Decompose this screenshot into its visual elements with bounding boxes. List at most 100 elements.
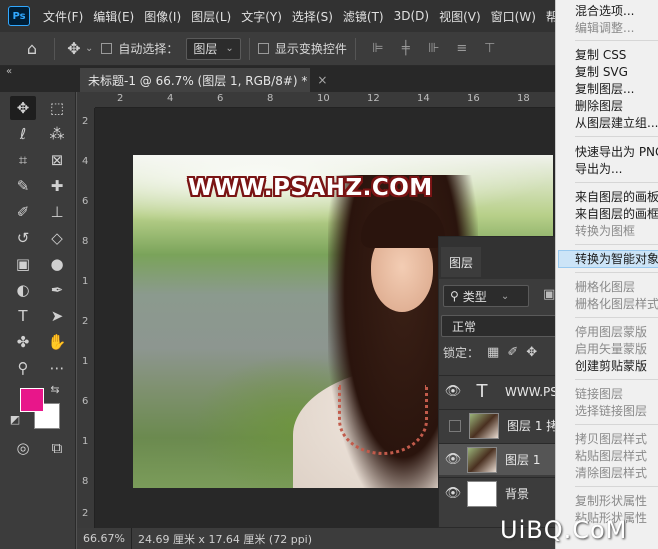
align-center-icon[interactable]: ╪	[398, 41, 414, 56]
menu-view[interactable]: 视图(V)	[434, 8, 486, 25]
visibility-eye-icon[interactable]: 👁	[439, 384, 467, 399]
move-tool-icon[interactable]: ✥	[63, 37, 85, 61]
canvas-text-layer: WWW.PSAHZ.COM	[188, 175, 433, 201]
blur-tool-icon[interactable]: ●	[44, 252, 70, 276]
layer-name: WWW.PS	[505, 384, 558, 399]
collapse-panel-icon[interactable]: «	[6, 66, 12, 77]
menu-item-duplicate-layer[interactable]: 复制图层...	[575, 81, 634, 97]
image-filter-icon[interactable]: ▣	[543, 287, 555, 302]
close-tab-icon[interactable]: ×	[317, 73, 327, 87]
menu-file[interactable]: 文件(F)	[38, 8, 88, 25]
menu-item-copy-layer-style[interactable]: 拷贝图层样式	[575, 431, 647, 447]
lock-position-icon[interactable]: ✥	[526, 345, 537, 360]
eyedropper-tool-icon[interactable]: ✎	[10, 174, 36, 198]
auto-select-checkbox[interactable]	[101, 43, 113, 54]
layer-name: 图层 1	[505, 453, 541, 467]
layer-filter-dropdown[interactable]: ⚲ 类型 ⌄	[443, 285, 529, 307]
menu-image[interactable]: 图像(I)	[139, 8, 186, 25]
lock-row: 锁定： ▦ ✐ ✥	[443, 344, 537, 361]
search-icon: ⚲	[450, 289, 459, 303]
ruler-tick: 4	[82, 156, 89, 167]
shape-tool-icon[interactable]: ✤	[10, 330, 36, 354]
menu-item-convert-to-frame[interactable]: 转换为图框	[575, 223, 635, 239]
healing-brush-tool-icon[interactable]: ✚	[44, 174, 70, 198]
path-selection-tool-icon[interactable]: ➤	[44, 304, 70, 328]
menu-separator	[575, 182, 658, 183]
hand-tool-icon[interactable]: ✋	[44, 330, 70, 354]
visibility-eye-icon[interactable]: 👁	[439, 452, 467, 467]
auto-select-dropdown[interactable]: 图层 ⌄	[186, 37, 241, 60]
screen-mode-icon[interactable]: ⧉	[44, 436, 70, 460]
menu-separator	[575, 379, 658, 380]
visibility-eye-icon[interactable]: 👁	[439, 486, 467, 501]
dodge-tool-icon[interactable]: ◐	[10, 278, 36, 302]
ruler-tick: 2	[82, 116, 89, 127]
menu-item-rasterize-layer-style[interactable]: 栅格化图层样式	[575, 296, 658, 312]
menu-edit[interactable]: 编辑(E)	[88, 8, 139, 25]
menu-filter[interactable]: 滤镜(T)	[338, 8, 389, 25]
menu-item-edit-adjustment[interactable]: 编辑调整...	[575, 20, 634, 36]
align-left-icon[interactable]: ⊫	[370, 41, 386, 56]
menu-item-copy-css[interactable]: 复制 CSS	[575, 47, 626, 63]
eraser-tool-icon[interactable]: ◇	[44, 226, 70, 250]
vertical-ruler[interactable]: 2 4 6 8 1 2 1 6 1 8 2	[77, 108, 95, 528]
zoom-tool-icon[interactable]: ⚲	[10, 356, 36, 380]
blend-mode-dropdown[interactable]: 正常	[441, 315, 561, 337]
lock-pixels-icon[interactable]: ✐	[507, 345, 518, 360]
type-tool-icon[interactable]: T	[10, 304, 36, 328]
more-tools-icon[interactable]: ⋯	[44, 356, 70, 380]
default-colors-icon[interactable]: ◩	[8, 412, 22, 426]
menu-item-clear-layer-style[interactable]: 清除图层样式	[575, 465, 647, 481]
lock-transparent-icon[interactable]: ▦	[487, 345, 499, 360]
menu-item-copy-shape-attributes[interactable]: 复制形状属性	[575, 493, 647, 509]
menu-item-group-from-layers[interactable]: 从图层建立组...	[575, 115, 658, 131]
document-tab[interactable]: 未标题-1 @ 66.7% (图层 1, RGB/8#) * ×	[80, 68, 327, 92]
visibility-off-box[interactable]	[449, 419, 461, 432]
stamp-tool-icon[interactable]: ⊥	[44, 200, 70, 224]
menu-item-link-layers[interactable]: 链接图层	[575, 386, 623, 402]
menu-select[interactable]: 选择(S)	[287, 8, 338, 25]
menu-item-copy-svg[interactable]: 复制 SVG	[575, 64, 628, 80]
divider	[54, 37, 55, 60]
show-transform-checkbox[interactable]	[257, 43, 269, 54]
menu-item-disable-layer-mask[interactable]: 停用图层蒙版	[575, 324, 647, 340]
pen-tool-icon[interactable]: ✒	[44, 278, 70, 302]
quick-mask-icon[interactable]: ◎	[10, 436, 36, 460]
menu-item-rasterize-layer[interactable]: 栅格化图层	[575, 279, 635, 295]
menu-item-create-clipping-mask[interactable]: 创建剪贴蒙版	[575, 358, 647, 374]
layer-thumbnail	[469, 412, 499, 439]
menu-type[interactable]: 文字(Y)	[236, 8, 287, 25]
menu-item-quick-export-png[interactable]: 快速导出为 PNG	[575, 144, 658, 160]
align-right-icon[interactable]: ⊪	[426, 41, 442, 56]
marquee-tool-icon[interactable]: ⬚	[44, 96, 70, 120]
menu-window[interactable]: 窗口(W)	[486, 8, 541, 25]
menu-item-select-linked-layers[interactable]: 选择链接图层	[575, 403, 647, 419]
ruler-tick: 6	[82, 396, 89, 407]
menu-layer[interactable]: 图层(L)	[186, 8, 236, 25]
zoom-level[interactable]: 66.67%	[77, 528, 132, 549]
menu-3d[interactable]: 3D(D)	[389, 9, 434, 23]
menu-item-blending-options[interactable]: 混合选项...	[575, 3, 634, 19]
home-icon[interactable]: ⌂	[18, 37, 46, 61]
frame-tool-icon[interactable]: ⊠	[44, 148, 70, 172]
menu-item-frame-from-layers[interactable]: 来自图层的画框...	[575, 206, 658, 222]
distribute-icon[interactable]: ≡	[454, 41, 470, 56]
chevron-down-icon[interactable]: ⌄	[85, 43, 93, 54]
foreground-color-swatch[interactable]	[20, 388, 44, 412]
align-top-icon[interactable]: ⊤	[482, 41, 498, 56]
menu-item-artboard-from-layers[interactable]: 来自图层的画板...	[575, 189, 658, 205]
history-brush-tool-icon[interactable]: ↺	[10, 226, 36, 250]
magic-wand-tool-icon[interactable]: ⁂	[44, 122, 70, 146]
move-tool-icon[interactable]: ✥	[10, 96, 36, 120]
lasso-tool-icon[interactable]: ℓ	[10, 122, 36, 146]
menu-item-delete-layer[interactable]: 删除图层	[575, 98, 623, 114]
brush-tool-icon[interactable]: ✐	[10, 200, 36, 224]
swap-colors-icon[interactable]: ⇆	[48, 382, 62, 396]
menu-item-enable-vector-mask[interactable]: 启用矢量蒙版	[575, 341, 647, 357]
menu-item-export-as[interactable]: 导出为...	[575, 161, 622, 177]
tab-layers[interactable]: 图层	[441, 247, 482, 277]
crop-tool-icon[interactable]: ⌗	[10, 148, 36, 172]
gradient-tool-icon[interactable]: ▣	[10, 252, 36, 276]
menu-item-paste-layer-style[interactable]: 粘贴图层样式	[575, 448, 647, 464]
menu-item-convert-to-smart-object[interactable]: 转换为智能对象	[575, 251, 658, 267]
